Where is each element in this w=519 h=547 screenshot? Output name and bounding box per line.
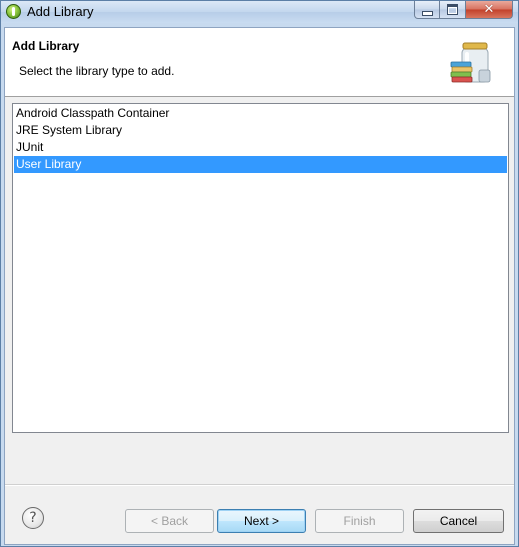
eclipse-app-icon xyxy=(6,4,21,19)
close-icon: ✕ xyxy=(483,2,495,17)
list-item-junit[interactable]: JUnit xyxy=(14,139,507,156)
wizard-banner: Add Library Select the library type to a… xyxy=(5,28,514,97)
maximize-icon xyxy=(447,4,458,15)
page-title: Add Library xyxy=(12,39,80,53)
help-icon: ? xyxy=(29,510,37,526)
help-button[interactable]: ? xyxy=(22,507,44,529)
cancel-button[interactable]: Cancel xyxy=(413,509,504,533)
list-item-label: JUnit xyxy=(16,140,44,154)
title-bar[interactable]: Add Library ✕ xyxy=(1,1,518,23)
footer-separator xyxy=(5,484,514,486)
library-type-list[interactable]: Android Classpath Container JRE System L… xyxy=(12,103,509,433)
list-item-android-classpath-container[interactable]: Android Classpath Container xyxy=(14,105,507,122)
next-button[interactable]: Next > xyxy=(217,509,306,533)
minimize-icon xyxy=(421,10,433,16)
minimize-button[interactable] xyxy=(414,1,440,19)
finish-button[interactable]: Finish xyxy=(315,509,404,533)
maximize-button[interactable] xyxy=(440,1,466,19)
list-item-user-library[interactable]: User Library xyxy=(14,156,507,173)
window-title: Add Library xyxy=(27,4,94,19)
list-item-label: JRE System Library xyxy=(16,123,123,137)
list-item-label: User Library xyxy=(16,157,82,171)
dialog-client-area: Add Library Select the library type to a… xyxy=(4,27,515,545)
library-jar-icon xyxy=(450,42,491,83)
close-button[interactable]: ✕ xyxy=(466,1,513,19)
add-library-dialog: Add Library ✕ Add Library Select the lib… xyxy=(0,0,519,547)
list-item-label: Android Classpath Container xyxy=(16,106,170,120)
back-button[interactable]: < Back xyxy=(125,509,214,533)
page-description: Select the library type to add. xyxy=(19,64,175,78)
list-item-jre-system-library[interactable]: JRE System Library xyxy=(14,122,507,139)
